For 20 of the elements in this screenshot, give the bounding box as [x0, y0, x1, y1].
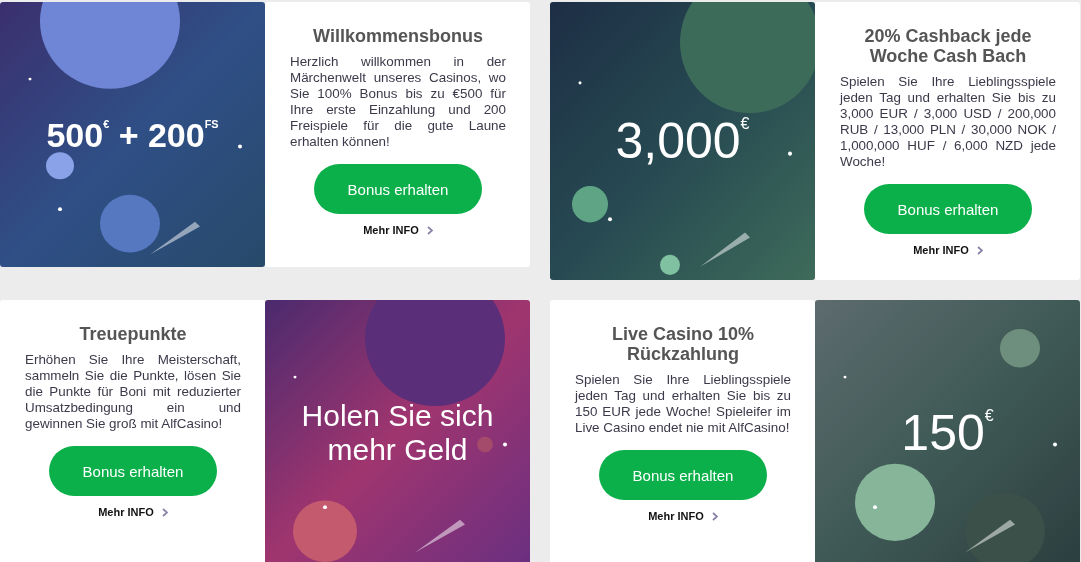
chevron-right-icon [161, 507, 168, 517]
promo-description: Spielen Sie Ihre Lieblingsspiele jeden Tag und erhalten Sie bis zu 150 EUR jede Woche! Spieleifer im Live Casino endet nie mit AlfCasino! [575, 372, 791, 436]
chevron-right-icon [426, 225, 433, 235]
more-info-link[interactable]: Mehr INFO [648, 510, 718, 522]
promo-description: Erhöhen Sie Ihre Meisterschaft, sammeln Sie die Punkte, lösen Sie die Punkte für Boni mit reduzierter Umsatzbedingung ein und gewinnen Sie groß mit AlfCasino! [25, 352, 241, 432]
banner-text: Holen Sie sich mehr Geld [300, 398, 495, 467]
banner-text: 3,000$^{€}$ [614, 112, 751, 170]
promo-title: Treuepunkte [79, 324, 187, 344]
promo-title: Willkommensbonus [313, 26, 483, 46]
banner-text: 150$^{€}$ [900, 403, 995, 462]
more-info-link[interactable]: Mehr INFO [363, 224, 433, 236]
more-info-link[interactable]: Mehr INFO [98, 506, 168, 518]
more-info-link[interactable]: Mehr INFO [913, 244, 983, 256]
promo-description: Spielen Sie Ihre Lieblingsspiele jeden Tag und erhalten Sie bis zu 3,000 EUR / 3,000 USD / 200,000 RUB / 13,000 PLN / 30,000 NOK / 1,000,000 HUF / 6,000 NZD jede Woche! [840, 74, 1056, 170]
chevron-right-icon [976, 245, 983, 255]
banner-text: 500$^{€}$ + 200$^{FS}$ [45, 115, 220, 154]
promo-title: 20% Cashback jede Woche Cash Bach [863, 26, 1033, 66]
chevron-right-icon [711, 511, 718, 521]
promo-description: Herzlich willkommen in der Märchenwelt unseres Casinos, wo Sie 100% Bonus bis zu €500 für Ihre erste Einzahlung und 200 Freispiele für die gute Laune erhalten können! [290, 54, 506, 150]
promo-title: Live Casino 10% Rückzahlung [610, 324, 756, 364]
